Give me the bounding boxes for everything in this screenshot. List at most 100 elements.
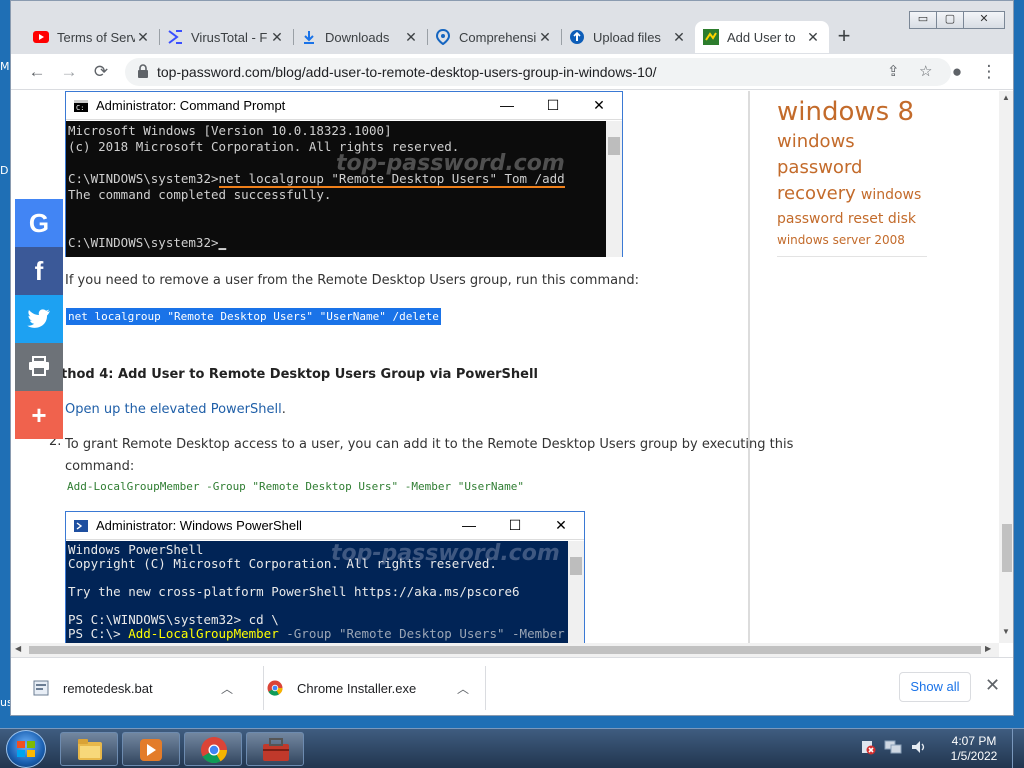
tag-link[interactable]: windows xyxy=(861,187,921,203)
watermark: top-password.com xyxy=(331,541,560,566)
twitter-share-button[interactable] xyxy=(15,295,63,343)
step-1: Open up the elevated PowerShell. xyxy=(65,402,286,417)
chevron-up-icon[interactable]: ︿ xyxy=(221,680,233,697)
browser-window: ▭ ▢ ✕ Terms of Serv ✕ VirusTotal - F ✕ D… xyxy=(10,0,1014,716)
print-button[interactable] xyxy=(15,343,63,391)
tab-downloads[interactable]: Downloads ✕ xyxy=(293,21,427,53)
ps-line: PS C:\WINDOWS\system32> cd \ xyxy=(68,612,279,627)
download-shelf: remotedesk.bat ︿ Chrome Installer.exe ︿ … xyxy=(11,657,1013,715)
taskbar-chrome[interactable] xyxy=(184,732,242,766)
powershell-titlebar: Administrator: Windows PowerShell — ☐ ✕ xyxy=(66,512,584,540)
system-tray xyxy=(860,739,926,758)
browser-toolbar: ← → ⟳ top-password.com/blog/add-user-to-… xyxy=(11,54,1013,90)
tab-label: Comprehensi xyxy=(459,29,537,45)
toolbox-icon xyxy=(263,738,289,761)
minimize-button[interactable]: ▭ xyxy=(909,11,937,29)
taskbar-toolbox[interactable] xyxy=(246,732,304,766)
tab-add-user[interactable]: Add User to ✕ xyxy=(695,21,829,53)
cmd-output: Microsoft Windows [Version 10.0.18323.10… xyxy=(68,123,565,250)
page-horizontal-scrollbar[interactable]: ◀ ▶ xyxy=(11,643,999,657)
window-controls: ▭ ▢ ✕ xyxy=(909,11,1005,29)
sidebar-divider xyxy=(748,91,750,643)
back-button[interactable]: ← xyxy=(25,60,49,84)
page-vertical-scrollbar[interactable]: ▲ ▼ xyxy=(999,91,1013,643)
tag-link[interactable]: password xyxy=(777,155,927,181)
forward-button[interactable]: → xyxy=(57,60,81,84)
cmd-icon: C: xyxy=(74,99,88,112)
desktop-label: M xyxy=(0,60,10,73)
powershell-command[interactable]: Add-LocalGroupMember -Group "Remote Desk… xyxy=(67,480,524,493)
clock[interactable]: 4:07 PM 1/5/2022 xyxy=(946,734,1002,764)
google-share-button[interactable]: G xyxy=(15,199,63,247)
cmd-prompt: C:\WINDOWS\system32> xyxy=(68,235,219,250)
maximize-button[interactable]: ▢ xyxy=(936,11,964,29)
step-1-dot: . xyxy=(281,402,286,417)
download-item[interactable]: Chrome Installer.exe ︿ xyxy=(267,658,486,715)
download-filename: Chrome Installer.exe xyxy=(297,680,417,696)
address-bar[interactable]: top-password.com/blog/add-user-to-remote… xyxy=(125,58,951,86)
menu-icon[interactable]: ⋮ xyxy=(977,60,1001,84)
download-filename: remotedesk.bat xyxy=(63,680,153,696)
more-share-button[interactable]: + xyxy=(15,391,63,439)
taskbar-media-player[interactable] xyxy=(122,732,180,766)
ps-line: Try the new cross-platform PowerShell ht… xyxy=(68,584,520,599)
scrollbar-thumb[interactable] xyxy=(1002,524,1012,572)
close-tab-icon[interactable]: ✕ xyxy=(403,29,419,46)
tab-virustotal[interactable]: VirusTotal - F ✕ xyxy=(159,21,293,53)
tab-label: VirusTotal - F xyxy=(191,29,268,45)
tab-label: Downloads xyxy=(325,29,390,45)
chevron-up-icon[interactable]: ︿ xyxy=(457,680,469,697)
step-2-line: To grant Remote Desktop access to a user… xyxy=(65,437,794,452)
powershell-scrollbar xyxy=(568,541,584,643)
show-desktop-button[interactable] xyxy=(1012,729,1024,768)
network-icon[interactable] xyxy=(884,739,902,758)
lock-icon xyxy=(137,64,149,78)
tag-link[interactable]: windows xyxy=(777,129,927,155)
facebook-share-button[interactable]: f xyxy=(15,247,63,295)
close-icon: ✕ xyxy=(593,97,605,113)
powershell-window-controls: — ☐ ✕ xyxy=(446,517,584,534)
remove-command[interactable]: net localgroup "Remote Desktop Users" "U… xyxy=(66,307,441,325)
download-item[interactable]: remotedesk.bat ︿ xyxy=(33,658,264,715)
page-content: windows 8 windows password recovery wind… xyxy=(11,91,999,643)
watermark: top-password.com xyxy=(336,151,565,176)
share-icon[interactable]: ⇪ xyxy=(887,62,900,80)
new-tab-button[interactable]: + xyxy=(829,21,859,53)
remove-command-text: net localgroup "Remote Desktop Users" "U… xyxy=(66,308,441,325)
batch-file-icon xyxy=(33,680,49,696)
facebook-icon: f xyxy=(34,255,44,286)
reload-button[interactable]: ⟳ xyxy=(89,60,113,84)
tag-link[interactable]: recovery xyxy=(777,183,856,204)
tag-link[interactable]: password reset disk xyxy=(777,208,927,230)
open-powershell-link[interactable]: Open up the elevated PowerShell xyxy=(65,402,282,417)
tag-link[interactable]: windows server 2008 xyxy=(777,230,927,250)
close-icon: ✕ xyxy=(555,517,567,533)
action-center-icon[interactable] xyxy=(860,739,876,758)
tab-strip: ▭ ▢ ✕ Terms of Serv ✕ VirusTotal - F ✕ D… xyxy=(11,1,1013,54)
bookmark-star-icon[interactable]: ☆ xyxy=(919,62,932,80)
step-2: To grant Remote Desktop access to a user… xyxy=(65,434,793,478)
close-tab-icon[interactable]: ✕ xyxy=(135,29,151,46)
powershell-title: Administrator: Windows PowerShell xyxy=(96,518,302,533)
tab-upload-files[interactable]: Upload files ✕ xyxy=(561,21,695,53)
google-icon: G xyxy=(28,207,50,238)
profile-icon[interactable]: ● xyxy=(945,60,969,84)
close-download-shelf-icon[interactable]: ✕ xyxy=(985,675,1000,696)
close-window-button[interactable]: ✕ xyxy=(963,11,1005,29)
cmd-body: Microsoft Windows [Version 10.0.18323.10… xyxy=(66,121,606,257)
tab-comprehensive[interactable]: Comprehensi ✕ xyxy=(427,21,561,53)
tab-terms-of-service[interactable]: Terms of Serv ✕ xyxy=(25,21,159,53)
plus-icon: + xyxy=(31,399,47,430)
close-tab-icon[interactable]: ✕ xyxy=(269,29,285,46)
remove-instruction: If you need to remove a user from the Re… xyxy=(65,273,639,288)
scrollbar-thumb[interactable] xyxy=(29,646,981,654)
close-tab-icon[interactable]: ✕ xyxy=(671,29,687,46)
volume-icon[interactable] xyxy=(910,739,926,758)
cmd-line: The command completed successfully. xyxy=(68,187,332,202)
close-tab-icon[interactable]: ✕ xyxy=(805,29,821,46)
start-button[interactable] xyxy=(6,730,46,768)
show-all-button[interactable]: Show all xyxy=(899,672,971,702)
taskbar-explorer[interactable] xyxy=(60,732,118,766)
tag-link[interactable]: windows 8 xyxy=(777,95,927,129)
close-tab-icon[interactable]: ✕ xyxy=(537,29,553,46)
